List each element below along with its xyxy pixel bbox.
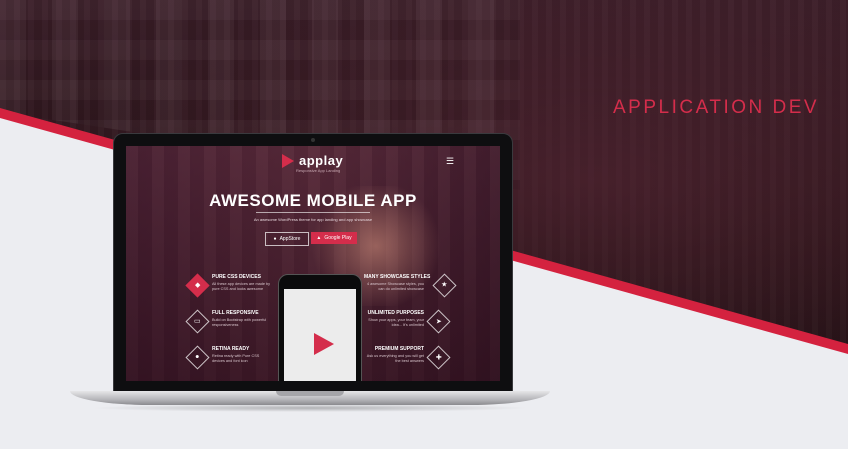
apple-icon: ●	[273, 236, 277, 242]
feature-title: PREMIUM SUPPORT	[374, 346, 424, 352]
laptop-lid: applay Responsive App Landing ☰ AWESOME …	[113, 133, 513, 393]
send-icon: ➤	[435, 318, 442, 325]
logo-text: applay	[299, 153, 344, 168]
feature-icon-box: ✚	[426, 345, 451, 370]
device-icon: ◆	[194, 281, 201, 289]
laptop-icon: ▭	[194, 318, 201, 325]
feature-pure-css: ◆ PURE CSS DEVICES All these app devices …	[185, 273, 272, 298]
star-icon: ★	[441, 282, 448, 289]
feature-desc: All these app devices are made by pure C…	[212, 282, 271, 291]
divider	[256, 212, 370, 213]
android-icon: ▲	[316, 235, 322, 241]
feature-responsive: ▭ FULL RESPONSIVE Build on Bootstrap with…	[185, 309, 272, 334]
logo[interactable]: applay	[282, 153, 343, 168]
play-logo-icon	[282, 153, 294, 168]
feature-desc: Build on Bootstrap with powerful respons…	[212, 318, 267, 327]
feature-desc: Ask us everything and you will get the b…	[366, 354, 424, 363]
lifebuoy-icon: ✚	[435, 354, 442, 361]
menu-icon[interactable]: ☰	[446, 156, 454, 167]
feature-title: MANY SHOWCASE STYLES	[364, 274, 431, 280]
google-play-button[interactable]: ▲ Google Play	[311, 232, 357, 244]
feature-purposes: UNLIMITED PURPOSES Show your apps, your t…	[364, 309, 451, 334]
laptop-shadow	[90, 404, 530, 412]
appstore-label: AppStore	[279, 236, 301, 242]
phone-screen	[284, 289, 356, 381]
feature-desc: Retina ready with Pure CSS devices and f…	[212, 354, 260, 363]
feature-retina: ● RETINA READY Retina ready with Pure CSS…	[185, 345, 272, 370]
feature-support: PREMIUM SUPPORT Ask us everything and you…	[364, 345, 451, 370]
appstore-button[interactable]: ● AppStore	[265, 232, 309, 246]
feature-title: RETINA READY	[212, 346, 250, 352]
feature-icon-box: ★	[432, 273, 457, 298]
play-icon[interactable]	[314, 333, 334, 355]
feature-icon-box: ●	[185, 345, 210, 370]
hero-subtitle: An awesome WordPress theme for app landi…	[253, 217, 373, 222]
phone-mockup	[278, 274, 362, 381]
laptop-base	[70, 391, 550, 405]
feature-icon-box: ◆	[185, 273, 210, 298]
logo-subtitle: Responsive App Landing	[296, 168, 341, 173]
feature-title: FULL RESPONSIVE	[212, 310, 259, 316]
feature-title: UNLIMITED PURPOSES	[367, 310, 424, 316]
feature-desc: 4 awesome Showcase styles, you can do un…	[367, 282, 424, 291]
feature-icon-box: ▭	[185, 309, 210, 334]
laptop-screen: applay Responsive App Landing ☰ AWESOME …	[126, 146, 500, 381]
feature-icon-box: ➤	[426, 309, 451, 334]
laptop-notch	[276, 391, 344, 396]
apple-icon: ●	[195, 353, 200, 361]
camera	[311, 138, 315, 142]
hero-title: AWESOME MOBILE APP	[209, 191, 417, 210]
feature-title: PURE CSS DEVICES	[212, 274, 261, 280]
headline: APPLICATION DEV	[613, 97, 820, 118]
feature-desc: Show your apps, your team, your idea... …	[368, 318, 424, 327]
feature-showcase: MANY SHOWCASE STYLES 4 awesome Showcase s…	[364, 273, 457, 298]
google-play-label: Google Play	[324, 235, 352, 241]
